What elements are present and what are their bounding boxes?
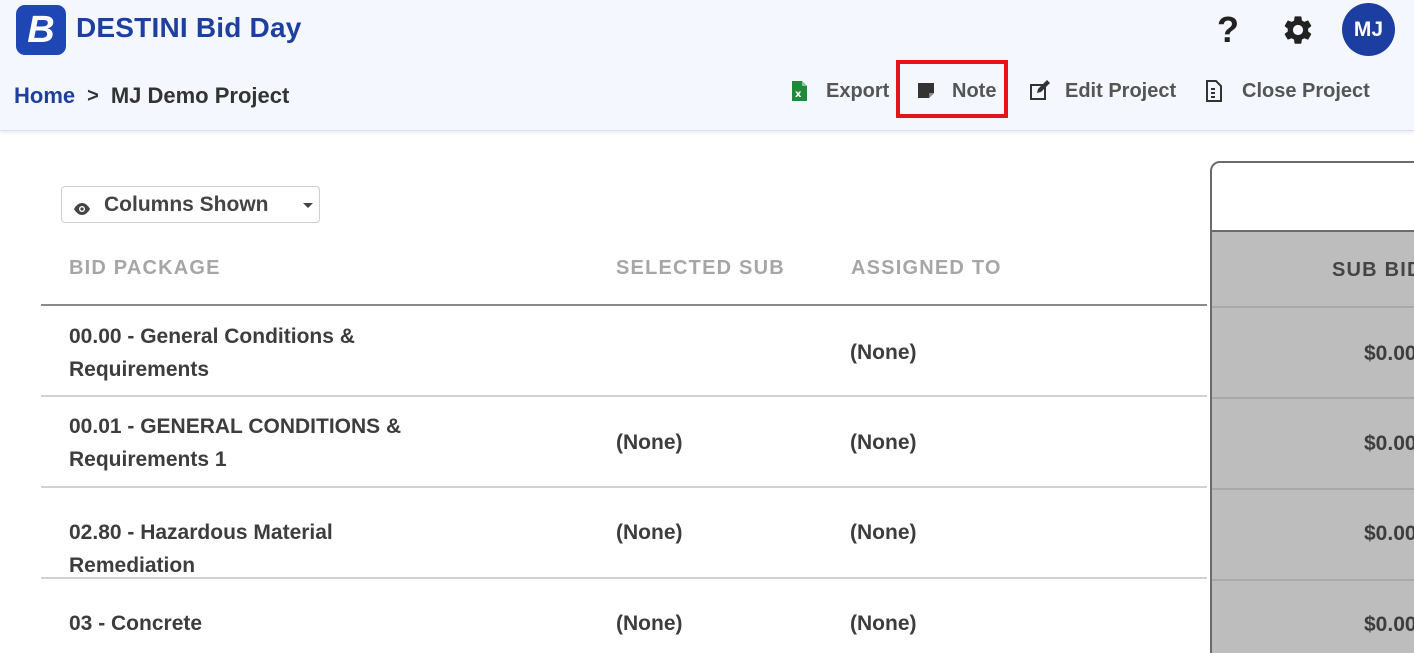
svg-text:x: x bbox=[795, 89, 802, 100]
table-row[interactable]: 02.80 - Hazardous Material Remediation (… bbox=[41, 488, 1207, 579]
export-button[interactable]: x Export bbox=[790, 76, 889, 106]
panel-divider bbox=[1212, 397, 1414, 399]
breadcrumb-current: MJ Demo Project bbox=[110, 83, 290, 108]
app-logo[interactable]: B bbox=[16, 5, 66, 55]
edit-project-label: Edit Project bbox=[1065, 79, 1177, 102]
app-title[interactable]: DESTINI Bid Day bbox=[76, 12, 301, 44]
breadcrumb-separator: > bbox=[87, 84, 99, 107]
edit-project-button[interactable]: Edit Project bbox=[1029, 76, 1176, 106]
bid-package-cell[interactable]: 00.01 - GENERAL CONDITIONS & Requirement… bbox=[69, 410, 449, 476]
excel-icon: x bbox=[790, 80, 812, 102]
sub-bid-cell[interactable]: $0.00 bbox=[1364, 342, 1414, 366]
sub-bid-panel: SUB BID $0.00 $0.00 $0.00 $0.00 bbox=[1210, 161, 1414, 653]
file-icon bbox=[1206, 80, 1228, 102]
close-project-label: Close Project bbox=[1242, 79, 1370, 102]
table-row[interactable]: 03 - Concrete (None) (None) bbox=[41, 579, 1207, 653]
columns-shown-dropdown[interactable]: Columns Shown bbox=[61, 186, 320, 223]
breadcrumb: Home > MJ Demo Project bbox=[14, 83, 289, 109]
selected-sub-cell[interactable]: (None) bbox=[616, 426, 683, 459]
eye-icon bbox=[72, 198, 92, 215]
close-project-button[interactable]: Close Project bbox=[1206, 76, 1370, 106]
selected-sub-cell[interactable]: (None) bbox=[616, 516, 683, 549]
selected-sub-cell[interactable]: (None) bbox=[616, 607, 683, 640]
panel-divider bbox=[1212, 579, 1414, 581]
header-assigned-to[interactable]: ASSIGNED TO bbox=[851, 257, 1002, 280]
header-sub-bid[interactable]: SUB BID bbox=[1332, 259, 1414, 282]
assigned-to-cell[interactable]: (None) bbox=[850, 607, 917, 640]
user-avatar[interactable]: MJ bbox=[1342, 3, 1395, 56]
breadcrumb-home-link[interactable]: Home bbox=[14, 83, 75, 109]
top-header: B DESTINI Bid Day ? MJ Home > MJ Demo Pr… bbox=[0, 0, 1414, 131]
gear-icon[interactable] bbox=[1281, 13, 1315, 47]
logo-letter: B bbox=[27, 9, 55, 51]
bid-package-cell[interactable]: 02.80 - Hazardous Material Remediation bbox=[69, 516, 449, 582]
table-row[interactable]: 00.01 - GENERAL CONDITIONS & Requirement… bbox=[41, 397, 1207, 488]
sub-bid-cell[interactable]: $0.00 bbox=[1364, 522, 1414, 546]
columns-shown-label: Columns Shown bbox=[104, 192, 269, 216]
assigned-to-cell[interactable]: (None) bbox=[850, 336, 917, 369]
help-icon[interactable]: ? bbox=[1212, 10, 1244, 50]
page: B DESTINI Bid Day ? MJ Home > MJ Demo Pr… bbox=[0, 0, 1414, 653]
header-bid-package[interactable]: BID PACKAGE bbox=[69, 257, 221, 280]
assigned-to-cell[interactable]: (None) bbox=[850, 516, 917, 549]
panel-divider bbox=[1212, 488, 1414, 490]
sub-bid-panel-top bbox=[1212, 163, 1414, 232]
note-highlight-box bbox=[896, 60, 1008, 118]
sub-bid-cell[interactable]: $0.00 bbox=[1364, 432, 1414, 456]
panel-divider bbox=[1212, 306, 1414, 308]
bid-package-cell[interactable]: 00.00 - General Conditions & Requirement… bbox=[69, 320, 449, 386]
assigned-to-cell[interactable]: (None) bbox=[850, 426, 917, 459]
caret-down-icon bbox=[303, 203, 313, 208]
sub-bid-cell[interactable]: $0.00 bbox=[1364, 613, 1414, 637]
table-row[interactable]: 00.00 - General Conditions & Requirement… bbox=[41, 306, 1207, 397]
bid-package-cell[interactable]: 03 - Concrete bbox=[69, 607, 449, 640]
export-label: Export bbox=[826, 79, 890, 102]
edit-icon bbox=[1029, 80, 1051, 102]
header-selected-sub[interactable]: SELECTED SUB bbox=[616, 257, 785, 280]
